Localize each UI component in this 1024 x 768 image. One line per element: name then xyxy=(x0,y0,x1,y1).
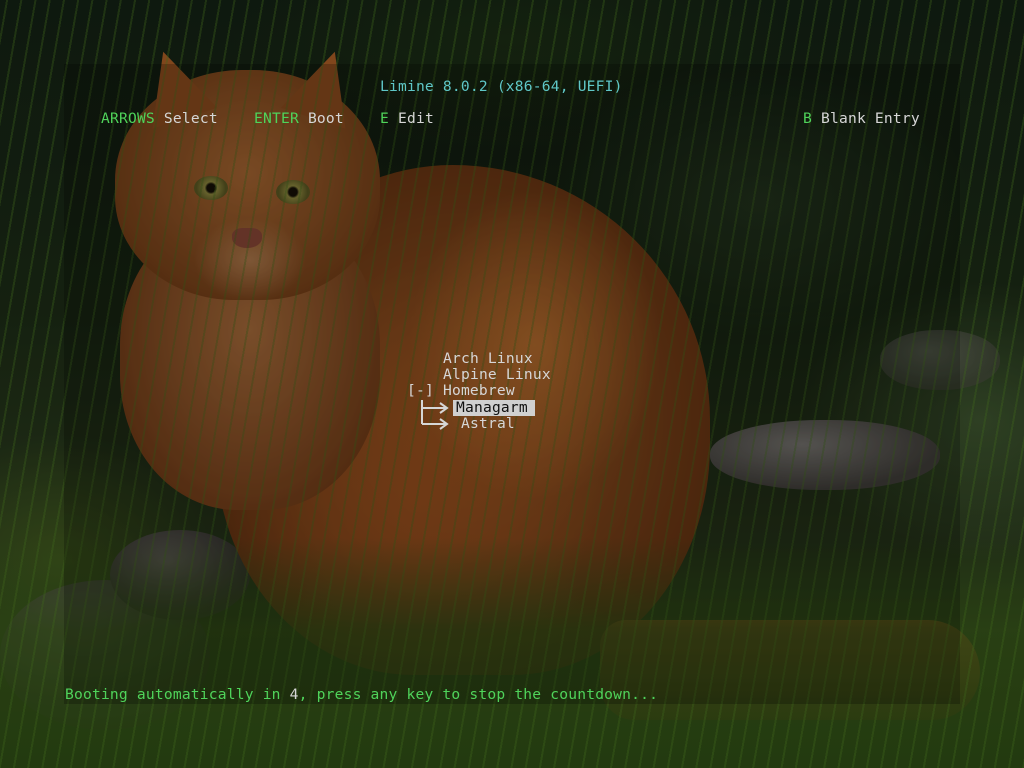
hint-arrows: ARROWS Select xyxy=(101,111,218,127)
menu-entry-homebrew-label: Homebrew xyxy=(442,382,515,399)
hint-key-enter: ENTER xyxy=(254,110,299,127)
expand-toggle[interactable]: [-] xyxy=(407,382,434,399)
hint-action-boot: Boot xyxy=(307,110,344,127)
hint-enter: ENTER Boot xyxy=(254,111,344,127)
hint-key-b: B xyxy=(803,110,812,127)
hint-action-blank-entry: Blank Entry xyxy=(821,110,920,127)
menu-entry-astral[interactable]: Astral xyxy=(461,416,515,432)
countdown-text-after: , press any key to stop the countdown... xyxy=(298,686,659,703)
tree-branch-icon xyxy=(421,400,449,430)
hint-action-edit: Edit xyxy=(398,110,434,127)
hint-action-select: Select xyxy=(163,110,218,127)
menu-entry-alpine-linux[interactable]: Alpine Linux xyxy=(443,367,551,383)
countdown-text-before: Booting automatically in xyxy=(65,686,290,703)
page-title: Limine 8.0.2 (x86-64, UEFI) xyxy=(380,78,623,95)
hint-edit: E Edit xyxy=(380,111,434,127)
menu-entry-managarm[interactable]: Managarm xyxy=(453,400,535,416)
boot-countdown-status: Booting automatically in 4, press any ke… xyxy=(65,687,658,703)
menu-entry-arch-linux[interactable]: Arch Linux xyxy=(443,351,533,367)
hint-key-arrows: ARROWS xyxy=(101,110,155,127)
hint-blank-entry: B Blank Entry xyxy=(803,111,920,127)
hint-key-e: E xyxy=(380,110,389,127)
countdown-number: 4 xyxy=(289,686,299,703)
menu-entry-homebrew[interactable]: [-] Homebrew xyxy=(407,383,515,399)
